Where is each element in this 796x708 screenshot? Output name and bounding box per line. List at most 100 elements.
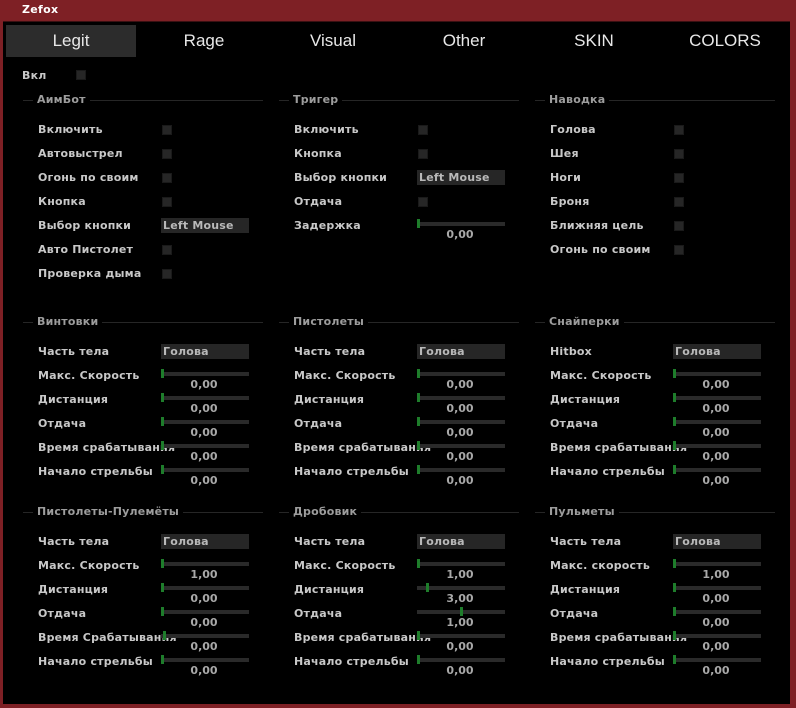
slider-thumb[interactable] — [417, 655, 420, 664]
slider-thumb[interactable] — [417, 441, 420, 450]
tab-colors[interactable]: COLORS — [660, 25, 790, 57]
slider-thumb[interactable] — [417, 219, 420, 228]
slider-thumb[interactable] — [673, 583, 676, 592]
title-bar[interactable]: Zefox — [0, 0, 796, 20]
row-dropdown[interactable]: Голова — [161, 534, 249, 549]
slider-thumb[interactable] — [161, 607, 164, 616]
slider-value: 0,00 — [446, 664, 474, 677]
row-slider[interactable] — [417, 441, 505, 450]
row-slider[interactable] — [417, 393, 505, 402]
row-slider[interactable] — [161, 655, 249, 664]
row-slider[interactable] — [673, 465, 761, 474]
row-slider[interactable] — [673, 631, 761, 640]
slider-thumb[interactable] — [161, 559, 164, 568]
tab-legit[interactable]: Legit — [6, 25, 136, 57]
slider-thumb[interactable] — [161, 369, 164, 378]
row-slider[interactable] — [673, 393, 761, 402]
row-slider[interactable] — [161, 631, 249, 640]
row-checkbox[interactable] — [162, 149, 172, 159]
slider-thumb[interactable] — [673, 417, 676, 426]
slider-thumb[interactable] — [161, 655, 164, 664]
row-checkbox[interactable] — [162, 125, 172, 135]
slider-thumb[interactable] — [161, 417, 164, 426]
row-slider[interactable] — [161, 441, 249, 450]
row-slider[interactable] — [417, 465, 505, 474]
slider-thumb[interactable] — [673, 631, 676, 640]
row-checkbox[interactable] — [418, 125, 428, 135]
row-slider[interactable] — [417, 369, 505, 378]
row-dropdown[interactable]: Голова — [417, 534, 505, 549]
row-checkbox[interactable] — [162, 173, 172, 183]
slider-thumb[interactable] — [673, 559, 676, 568]
slider-thumb[interactable] — [673, 393, 676, 402]
row-slider[interactable] — [673, 583, 761, 592]
slider-thumb[interactable] — [673, 465, 676, 474]
row-label: Отдача — [38, 607, 87, 620]
row-slider[interactable] — [161, 607, 249, 616]
slider-thumb[interactable] — [161, 465, 164, 474]
row-dropdown[interactable]: Голова — [161, 344, 249, 359]
slider-thumb[interactable] — [426, 583, 429, 592]
row-checkbox[interactable] — [418, 149, 428, 159]
slider-thumb[interactable] — [417, 559, 420, 568]
row-slider[interactable] — [161, 393, 249, 402]
row-slider[interactable] — [161, 583, 249, 592]
row-slider[interactable] — [673, 369, 761, 378]
row-slider[interactable] — [673, 441, 761, 450]
row-checkbox[interactable] — [674, 173, 684, 183]
row-dropdown[interactable]: Голова — [673, 344, 761, 359]
slider-thumb[interactable] — [161, 393, 164, 402]
row-checkbox[interactable] — [418, 197, 428, 207]
row-checkbox[interactable] — [162, 245, 172, 255]
row-slider[interactable] — [673, 607, 761, 616]
row-dropdown[interactable]: Left Mouse — [417, 170, 505, 185]
slider-thumb[interactable] — [417, 465, 420, 474]
row-label: Дистанция — [38, 583, 109, 596]
slider-thumb[interactable] — [163, 631, 166, 640]
row-slider[interactable] — [161, 369, 249, 378]
row-checkbox[interactable] — [674, 245, 684, 255]
row-checkbox[interactable] — [674, 125, 684, 135]
row-slider[interactable] — [673, 559, 761, 568]
row-slider[interactable] — [417, 631, 505, 640]
tab-other[interactable]: Other — [399, 25, 529, 57]
row-label: Начало стрельбы — [38, 655, 153, 668]
row-slider[interactable] — [417, 417, 505, 426]
slider-thumb[interactable] — [161, 583, 164, 592]
slider-thumb[interactable] — [673, 441, 676, 450]
row-slider[interactable] — [417, 655, 505, 664]
row-checkbox[interactable] — [674, 149, 684, 159]
row-dropdown[interactable]: Голова — [417, 344, 505, 359]
row-checkbox[interactable] — [162, 197, 172, 207]
slider-thumb[interactable] — [417, 393, 420, 402]
row-slider[interactable] — [417, 607, 505, 616]
slider-thumb[interactable] — [417, 417, 420, 426]
slider-thumb[interactable] — [417, 631, 420, 640]
row-slider[interactable] — [417, 559, 505, 568]
slider-thumb[interactable] — [673, 369, 676, 378]
slider-thumb[interactable] — [460, 607, 463, 616]
enable-label: Вкл — [22, 69, 47, 82]
slider-thumb[interactable] — [673, 655, 676, 664]
slider-thumb[interactable] — [417, 369, 420, 378]
row-checkbox[interactable] — [674, 197, 684, 207]
tab-rage[interactable]: Rage — [139, 25, 269, 57]
row-slider[interactable] — [417, 219, 505, 228]
row-checkbox[interactable] — [162, 269, 172, 279]
row-slider[interactable] — [673, 417, 761, 426]
row-slider[interactable] — [161, 559, 249, 568]
row-slider[interactable] — [161, 465, 249, 474]
row-dropdown[interactable]: Голова — [673, 534, 761, 549]
enable-checkbox[interactable] — [76, 70, 86, 80]
row-slider[interactable] — [673, 655, 761, 664]
row-slider[interactable] — [161, 417, 249, 426]
row-slider[interactable] — [417, 583, 505, 592]
slider-thumb[interactable] — [673, 607, 676, 616]
tab-skin[interactable]: SKIN — [529, 25, 659, 57]
slider-value: 0,00 — [190, 450, 218, 463]
row-dropdown[interactable]: Left Mouse — [161, 218, 249, 233]
row-checkbox[interactable] — [674, 221, 684, 231]
tab-visual[interactable]: Visual — [268, 25, 398, 57]
slider-thumb[interactable] — [161, 441, 164, 450]
group-title: Пистолеты-Пулемёты — [33, 505, 184, 518]
